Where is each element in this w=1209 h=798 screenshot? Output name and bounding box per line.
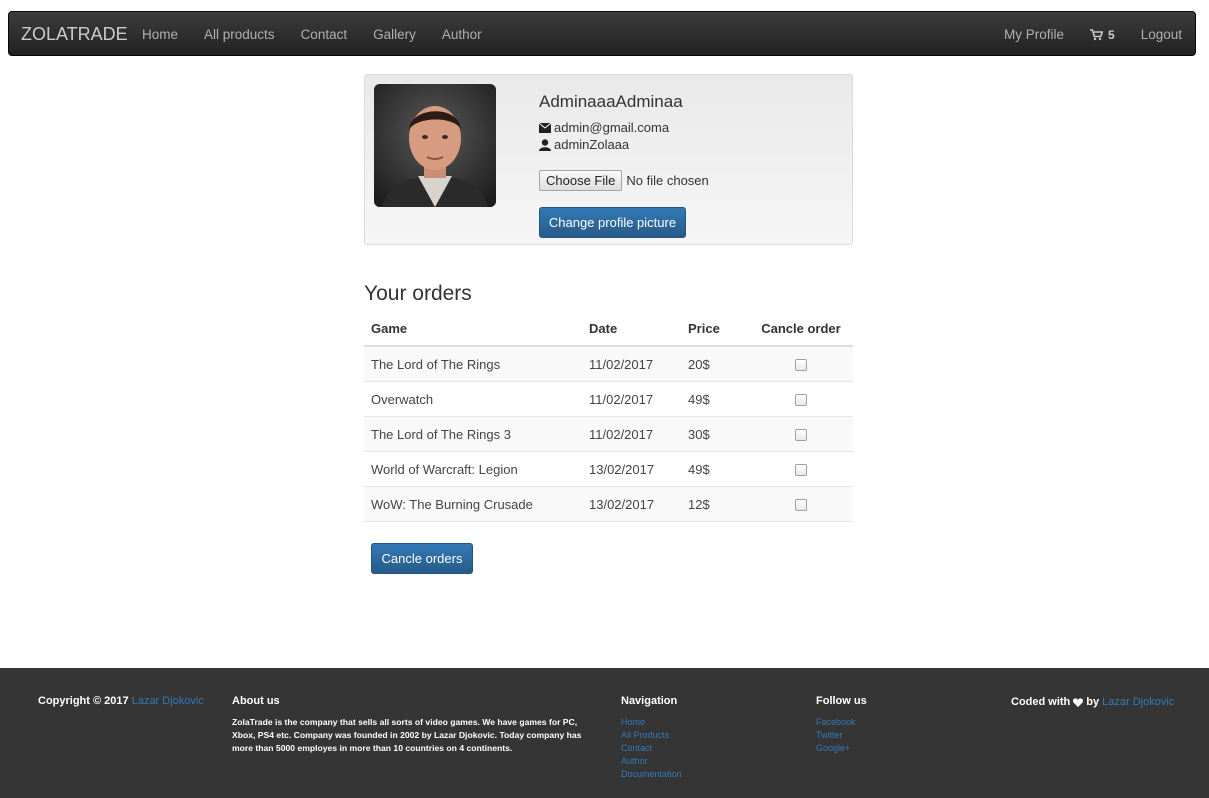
order-date: 11/02/2017 [582, 345, 681, 382]
footer-copyright: Copyright © 2017 Lazar Djokovic [38, 695, 204, 707]
order-date: 13/02/2017 [582, 486, 681, 522]
main-nav: Home All products Contact Gallery Author [142, 27, 508, 42]
cancel-order-checkbox[interactable] [795, 464, 807, 477]
order-price: 20$ [681, 345, 749, 382]
footer: Copyright © 2017 Lazar Djokovic About us… [0, 668, 1209, 798]
cancel-order-checkbox[interactable] [795, 394, 807, 407]
orders-title: Your orders [364, 282, 472, 305]
order-price: 49$ [681, 381, 749, 417]
order-game: The Lord of The Rings [364, 345, 582, 382]
profile-email: admin@gmail.coma [539, 120, 669, 135]
footer-nav-all-products[interactable]: All Products [621, 729, 682, 742]
nav-logout[interactable]: Logout [1141, 27, 1182, 42]
order-price: 49$ [681, 451, 749, 487]
footer-nav-documentation[interactable]: Documentation [621, 768, 682, 781]
order-price: 30$ [681, 416, 749, 452]
col-date: Date [582, 312, 681, 347]
order-date: 11/02/2017 [582, 416, 681, 452]
orders-header-row: Game Date Price Cancle order [364, 312, 853, 347]
table-row: Overwatch 11/02/2017 49$ [364, 381, 853, 417]
order-game: The Lord of The Rings 3 [364, 416, 582, 452]
profile-card: AdminaaaAdminaa admin@gmail.coma adminZo… [364, 74, 853, 245]
nav-home[interactable]: Home [142, 27, 178, 42]
navigation-title: Navigation [621, 695, 678, 707]
top-navbar: ZOLATRADE Home All products Contact Gall… [8, 11, 1196, 56]
nav-contact[interactable]: Contact [301, 27, 348, 42]
order-game: World of Warcraft: Legion [364, 451, 582, 487]
profile-name: AdminaaaAdminaa [539, 92, 683, 111]
by-text: by [1086, 696, 1100, 708]
profile-email-text: admin@gmail.coma [554, 120, 670, 135]
order-date: 13/02/2017 [582, 451, 681, 487]
about-text: ZolaTrade is the company that sells all … [232, 717, 582, 753]
cancel-order-checkbox[interactable] [795, 359, 807, 372]
nav-cart[interactable]: 5 [1090, 28, 1115, 42]
footer-about: About us ZolaTrade is the company that s… [232, 695, 597, 755]
footer-coded-with: Coded with by Lazar Djokovic [1011, 696, 1174, 708]
footer-nav-author[interactable]: Author [621, 755, 682, 768]
profile-avatar [374, 84, 496, 207]
nav-all-products[interactable]: All products [204, 27, 275, 42]
cancel-order-checkbox[interactable] [795, 499, 807, 512]
copyright-author-link[interactable]: Lazar Djokovic [132, 695, 204, 707]
cancel-orders-button[interactable]: Cancle orders [371, 543, 473, 574]
copyright-text: Copyright © 2017 [38, 695, 129, 707]
col-cancel: Cancle order [749, 312, 853, 347]
footer-nav-contact[interactable]: Contact [621, 742, 682, 755]
col-price: Price [681, 312, 749, 347]
nav-author[interactable]: Author [442, 27, 482, 42]
order-game: WoW: The Burning Crusade [364, 486, 582, 522]
heart-icon [1073, 697, 1084, 707]
order-date: 11/02/2017 [582, 381, 681, 417]
envelope-icon [539, 122, 551, 133]
cart-count-badge: 5 [1108, 27, 1115, 42]
cancel-order-checkbox[interactable] [795, 429, 807, 442]
col-game: Game [364, 312, 582, 347]
footer-follow: Follow us Facebook Twitter Google+ [816, 695, 867, 755]
file-upload: Choose File No file chosen [539, 170, 709, 191]
order-game: Overwatch [364, 381, 582, 417]
shopping-cart-icon [1090, 28, 1104, 41]
nav-gallery[interactable]: Gallery [373, 27, 416, 42]
coded-author-link[interactable]: Lazar Djokovic [1102, 696, 1174, 708]
profile-username: adminZolaaa [539, 137, 629, 152]
footer-google-link[interactable]: Google+ [816, 742, 867, 755]
brand-logo-link[interactable]: ZOLATRADE [21, 24, 128, 45]
profile-username-text: adminZolaaa [554, 137, 630, 152]
change-profile-picture-button[interactable]: Change profile picture [539, 207, 686, 238]
footer-navigation: Navigation Home All Products Contact Aut… [621, 695, 682, 781]
order-price: 12$ [681, 486, 749, 522]
footer-facebook-link[interactable]: Facebook [816, 716, 867, 729]
user-icon [539, 138, 551, 151]
table-row: WoW: The Burning Crusade 13/02/2017 12$ [364, 486, 853, 522]
about-title: About us [232, 695, 280, 707]
no-file-label: No file chosen [626, 173, 709, 188]
table-row: The Lord of The Rings 11/02/2017 20$ [364, 345, 853, 382]
user-nav: My Profile 5 Logout [978, 27, 1182, 42]
choose-file-button[interactable]: Choose File [539, 170, 623, 191]
follow-title: Follow us [816, 695, 867, 707]
table-row: World of Warcraft: Legion 13/02/2017 49$ [364, 451, 853, 487]
orders-table: Game Date Price Cancle order The Lord of… [364, 312, 853, 522]
nav-my-profile[interactable]: My Profile [1004, 27, 1064, 42]
footer-twitter-link[interactable]: Twitter [816, 729, 867, 742]
coded-with-text: Coded with [1011, 696, 1071, 708]
table-row: The Lord of The Rings 3 11/02/2017 30$ [364, 416, 853, 452]
footer-nav-home[interactable]: Home [621, 716, 682, 729]
